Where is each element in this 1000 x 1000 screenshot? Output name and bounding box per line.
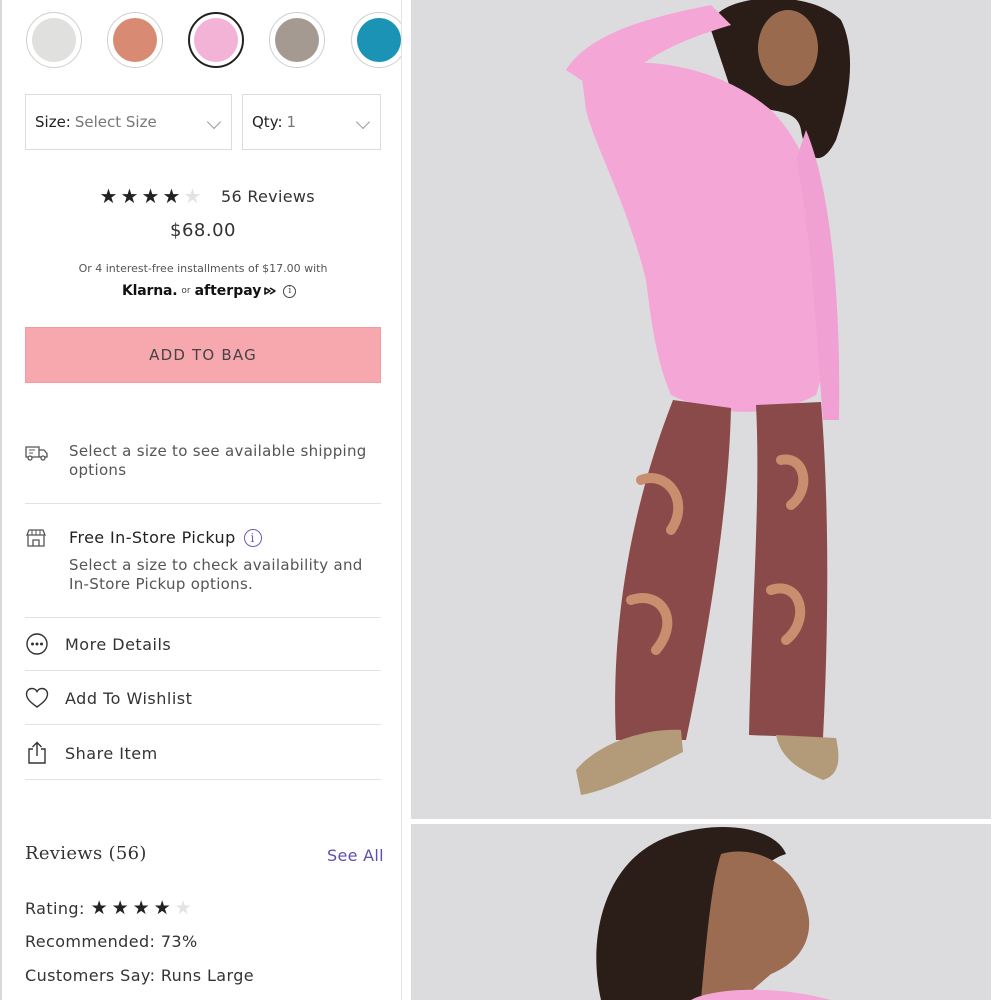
star-empty-icon: ★ [174, 897, 192, 919]
product-rating[interactable]: ★ ★ ★ ★ ★ 56 Reviews [98, 184, 315, 208]
more-details-label: More Details [65, 634, 172, 654]
star-filled-icon: ★ [153, 897, 171, 919]
divider [25, 670, 381, 671]
star-filled-icon: ★ [111, 897, 129, 919]
rating-stars: ★ ★ ★ ★ ★ [89, 896, 194, 920]
product-photo-secondary[interactable] [411, 824, 991, 1000]
star-filled-icon: ★ [120, 184, 139, 208]
size-select-label: Size: [35, 113, 71, 131]
product-photo-main[interactable] [411, 0, 991, 819]
color-swatch-pink[interactable] [188, 12, 244, 68]
color-swatch-teal[interactable] [351, 12, 401, 68]
qty-select-value: 1 [286, 113, 297, 131]
pickup-title-text: Free In-Store Pickup [69, 528, 236, 547]
divider [25, 724, 381, 725]
product-details-panel: Size: Select Size Qty: 1 ★ ★ ★ ★ ★ 56 Re… [0, 0, 402, 1000]
color-swatch-taupe[interactable] [269, 12, 325, 68]
share-item-button[interactable]: Share Item [25, 733, 381, 773]
see-all-reviews-link[interactable]: See All [327, 846, 384, 865]
or-text: or [181, 286, 191, 296]
more-details-button[interactable]: More Details [25, 624, 381, 664]
pickup-text: Select a size to check availability and … [69, 556, 363, 593]
reviews-count-link[interactable]: 56 Reviews [221, 187, 315, 206]
color-swatch-light-gray[interactable] [26, 12, 82, 68]
add-to-wishlist-button[interactable]: Add To Wishlist [25, 678, 381, 718]
star-filled-icon: ★ [99, 184, 118, 208]
color-swatch-terracotta[interactable] [107, 12, 163, 68]
rating-label: Rating: [25, 898, 85, 918]
chevron-down-icon [206, 114, 222, 130]
share-item-label: Share Item [65, 743, 158, 763]
qty-select[interactable]: Qty: 1 [242, 94, 381, 150]
pickup-info-icon[interactable]: i [243, 529, 262, 547]
klarna-logo[interactable]: Klarna. [122, 283, 178, 299]
size-select[interactable]: Size: Select Size [25, 94, 232, 150]
star-filled-icon: ★ [90, 897, 108, 919]
divider [25, 503, 381, 504]
afterpay-logo[interactable]: afterpay [195, 283, 262, 299]
product-gallery [402, 0, 1000, 1000]
star-filled-icon: ★ [141, 184, 160, 208]
afterpay-arrows-icon [264, 287, 277, 295]
qty-select-label: Qty: [252, 113, 283, 131]
add-to-wishlist-label: Add To Wishlist [65, 688, 193, 708]
recommended-stat: Recommended: 73% [25, 932, 198, 951]
customers-say-stat: Customers Say: Runs Large [25, 966, 254, 985]
add-to-bag-button[interactable]: ADD TO BAG [25, 327, 381, 383]
star-filled-icon: ★ [132, 897, 150, 919]
divider [25, 617, 381, 618]
more-dots-icon [25, 632, 49, 656]
delivery-truck-icon [25, 446, 48, 461]
share-icon [25, 741, 49, 765]
star-empty-icon: ★ [183, 184, 202, 208]
reviews-heading: Reviews (56) [25, 843, 147, 864]
info-icon[interactable]: i [283, 284, 297, 298]
payment-providers: Klarna. or afterpay i [122, 283, 297, 299]
size-select-value: Select Size [74, 113, 157, 131]
store-icon [26, 529, 46, 547]
heart-icon [25, 686, 49, 710]
shipping-text: Select a size to see available shipping … [69, 442, 367, 479]
pickup-title: Free In-Store Pickup i [69, 528, 262, 547]
product-price: $68.00 [170, 220, 236, 241]
star-filled-icon: ★ [162, 184, 181, 208]
rating-summary: Rating: ★ ★ ★ ★ ★ [25, 896, 194, 920]
installments-text: Or 4 interest-free installments of $17.0… [78, 262, 328, 275]
chevron-down-icon [355, 114, 371, 130]
divider [25, 779, 381, 780]
